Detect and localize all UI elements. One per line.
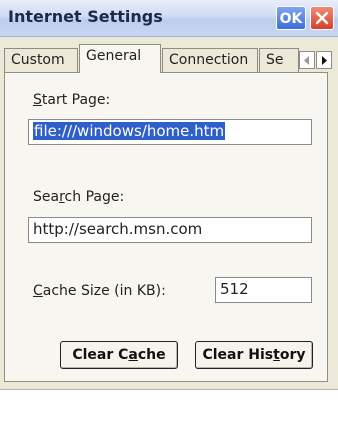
title-bar: Internet Settings OK bbox=[0, 0, 338, 37]
cache-size-input[interactable]: 512 bbox=[215, 277, 312, 303]
start-page-input[interactable]: file:///windows/home.htm bbox=[28, 119, 312, 145]
tab-general[interactable]: General bbox=[79, 44, 161, 73]
tab-connection[interactable]: Connection bbox=[162, 48, 258, 72]
close-icon bbox=[315, 11, 329, 25]
ok-button[interactable]: OK bbox=[276, 6, 306, 30]
clear-history-button[interactable]: Clear History bbox=[195, 341, 313, 369]
tab-security[interactable]: Se bbox=[259, 48, 299, 72]
cache-size-label: Cache Size (in KB): bbox=[33, 283, 166, 299]
window-title: Internet Settings bbox=[8, 7, 163, 26]
search-page-label: Search Page: bbox=[33, 189, 125, 205]
close-button[interactable] bbox=[310, 6, 334, 30]
clear-cache-button[interactable]: Clear Cache bbox=[60, 341, 178, 369]
search-page-input[interactable]: http://search.msn.com bbox=[28, 217, 312, 243]
tab-scroll-left[interactable] bbox=[299, 51, 315, 69]
general-panel: Start Page: file:///windows/home.htm Sea… bbox=[4, 72, 328, 382]
tab-custom[interactable]: Custom bbox=[4, 48, 78, 72]
chevron-right-icon bbox=[322, 56, 327, 65]
start-page-label: Start Page: bbox=[33, 92, 111, 108]
settings-window: Custom General Connection Se Start Page:… bbox=[0, 37, 338, 390]
chevron-left-icon bbox=[304, 56, 309, 65]
start-page-value: file:///windows/home.htm bbox=[33, 122, 226, 140]
tab-scroll-right[interactable] bbox=[316, 51, 332, 69]
